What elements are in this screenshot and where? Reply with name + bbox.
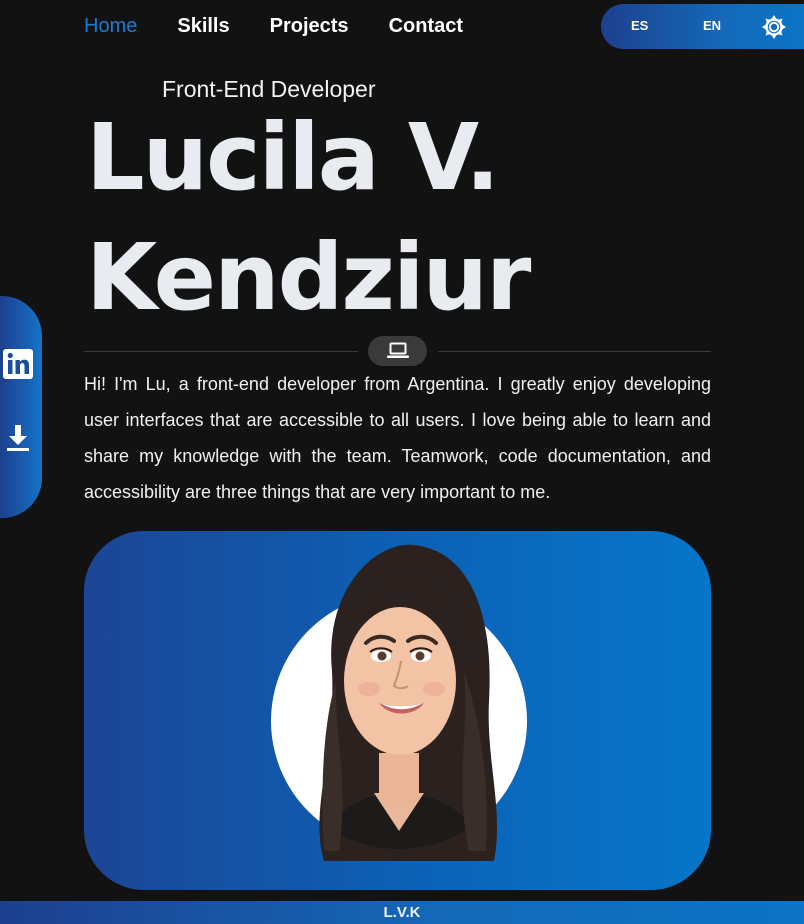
name-line-first: Lucila V. xyxy=(86,104,500,211)
laptop-icon xyxy=(386,342,409,358)
main-nav: Home Skills Projects Contact xyxy=(84,0,463,52)
divider-right xyxy=(438,351,711,352)
lang-en-button[interactable]: EN xyxy=(703,18,721,33)
nav-link-projects[interactable]: Projects xyxy=(270,15,349,38)
nav-link-contact[interactable]: Contact xyxy=(389,15,463,38)
social-side-tab xyxy=(0,296,42,518)
footer: L.V.K xyxy=(0,901,804,924)
name-line-last: Kendziur xyxy=(86,224,531,331)
divider-chip xyxy=(368,336,427,366)
divider-left xyxy=(84,351,358,352)
linkedin-icon[interactable] xyxy=(2,348,34,380)
nav-link-home[interactable]: Home xyxy=(84,15,137,38)
bio-text: Hi! I'm Lu, a front-end developer from A… xyxy=(84,374,711,502)
language-theme-bar: ES EN xyxy=(601,4,804,49)
avatar-illustration xyxy=(271,544,527,861)
footer-initials: L.V.K xyxy=(383,904,421,921)
avatar-card xyxy=(84,531,711,890)
download-icon[interactable] xyxy=(2,422,34,454)
job-title: Front-End Developer xyxy=(162,76,376,102)
lang-es-button[interactable]: ES xyxy=(631,18,648,33)
sun-icon[interactable] xyxy=(761,14,787,40)
nav-link-skills[interactable]: Skills xyxy=(177,15,229,38)
portfolio-page: Home Skills Projects Contact ES EN Front… xyxy=(0,0,804,924)
